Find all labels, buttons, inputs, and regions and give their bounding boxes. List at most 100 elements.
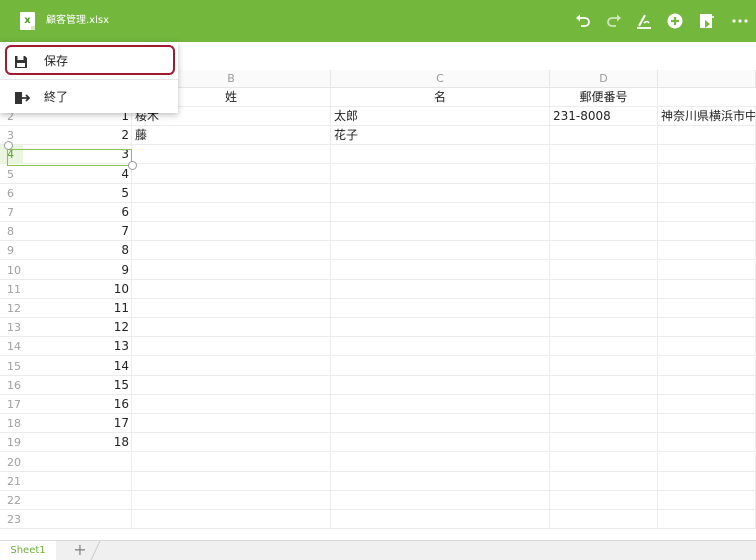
selected-cell-range[interactable]: [7, 149, 132, 166]
cell-address[interactable]: [658, 491, 756, 510]
cell-a[interactable]: 11: [23, 299, 132, 318]
cell-last-name[interactable]: [132, 184, 331, 203]
cell-last-name[interactable]: [132, 395, 331, 414]
cell-postal-code[interactable]: [550, 203, 658, 222]
row-number[interactable]: 5: [0, 165, 23, 184]
cell-first-name[interactable]: [331, 165, 550, 184]
cell-postal-code[interactable]: [550, 510, 658, 529]
share-doc-icon[interactable]: [697, 11, 717, 31]
cell-address[interactable]: [658, 376, 756, 395]
cell-postal-code[interactable]: [550, 184, 658, 203]
document-title[interactable]: 顧客管理.xlsx: [46, 0, 109, 42]
cell-postal-code[interactable]: [550, 299, 658, 318]
cell-first-name[interactable]: [331, 318, 550, 337]
column-header-e[interactable]: [658, 70, 756, 88]
cell-address[interactable]: [658, 145, 756, 164]
cell-first-name[interactable]: [331, 510, 550, 529]
cell-postal-code[interactable]: [550, 318, 658, 337]
row-number[interactable]: 20: [0, 453, 23, 472]
cell-last-name[interactable]: [132, 203, 331, 222]
row-number[interactable]: 12: [0, 299, 23, 318]
cell-address[interactable]: [658, 472, 756, 491]
cell-a[interactable]: 12: [23, 318, 132, 337]
cell-address[interactable]: [658, 453, 756, 472]
cell-postal-code[interactable]: [550, 491, 658, 510]
cell-first-name[interactable]: [331, 414, 550, 433]
cell-a[interactable]: [23, 491, 132, 510]
cell-a[interactable]: 5: [23, 184, 132, 203]
cell-a[interactable]: 7: [23, 222, 132, 241]
save-menu-item[interactable]: 保存: [0, 44, 178, 78]
cell-last-name[interactable]: [132, 241, 331, 260]
cell-last-name[interactable]: [132, 261, 331, 280]
cell-first-name[interactable]: [331, 395, 550, 414]
cell-address[interactable]: [658, 433, 756, 452]
row-number[interactable]: 6: [0, 184, 23, 203]
row-number[interactable]: 18: [0, 414, 23, 433]
cell-postal-code[interactable]: [550, 453, 658, 472]
row-number[interactable]: 8: [0, 222, 23, 241]
cell-header-postal-code[interactable]: 郵便番号: [550, 88, 658, 107]
column-header-d[interactable]: D: [550, 70, 658, 88]
cell-a[interactable]: [23, 472, 132, 491]
cell-postal-code[interactable]: [550, 337, 658, 356]
cell-last-name[interactable]: [132, 414, 331, 433]
cell-first-name[interactable]: [331, 222, 550, 241]
cell-first-name[interactable]: [331, 491, 550, 510]
cell-last-name[interactable]: 藤: [132, 126, 331, 145]
cell-postal-code[interactable]: [550, 165, 658, 184]
row-number[interactable]: 11: [0, 280, 23, 299]
undo-icon[interactable]: [573, 11, 593, 31]
cell-postal-code[interactable]: [550, 261, 658, 280]
row-number[interactable]: 7: [0, 203, 23, 222]
more-icon[interactable]: [730, 11, 750, 31]
cell-last-name[interactable]: [132, 280, 331, 299]
cell-last-name[interactable]: [132, 337, 331, 356]
cell-a[interactable]: 17: [23, 414, 132, 433]
format-pen-icon[interactable]: [634, 11, 654, 31]
row-number[interactable]: 9: [0, 241, 23, 260]
cell-postal-code[interactable]: [550, 280, 658, 299]
cell-a[interactable]: 10: [23, 280, 132, 299]
cell-postal-code[interactable]: [550, 241, 658, 260]
cell-address[interactable]: [658, 203, 756, 222]
cell-last-name[interactable]: [132, 222, 331, 241]
cell-a[interactable]: [23, 510, 132, 529]
cell-last-name[interactable]: [132, 491, 331, 510]
cell-first-name[interactable]: [331, 433, 550, 452]
cell-first-name[interactable]: [331, 184, 550, 203]
cell-a[interactable]: 6: [23, 203, 132, 222]
cell-address[interactable]: [658, 184, 756, 203]
cell-a[interactable]: 14: [23, 357, 132, 376]
cell-a[interactable]: 13: [23, 337, 132, 356]
cell-a[interactable]: 2: [23, 126, 132, 145]
cell-first-name[interactable]: [331, 280, 550, 299]
cell-first-name[interactable]: [331, 472, 550, 491]
cell-last-name[interactable]: [132, 145, 331, 164]
cell-first-name[interactable]: 花子: [331, 126, 550, 145]
row-number[interactable]: 13: [0, 318, 23, 337]
cell-first-name[interactable]: [331, 299, 550, 318]
cell-last-name[interactable]: [132, 510, 331, 529]
exit-menu-item[interactable]: 終了: [0, 79, 178, 114]
cell-last-name[interactable]: [132, 357, 331, 376]
cell-postal-code[interactable]: [550, 376, 658, 395]
cell-postal-code[interactable]: 231-8008: [550, 107, 658, 126]
cell-first-name[interactable]: 太郎: [331, 107, 550, 126]
cell-first-name[interactable]: [331, 145, 550, 164]
cell-address[interactable]: [658, 165, 756, 184]
cell-address[interactable]: [658, 261, 756, 280]
cell-a[interactable]: 18: [23, 433, 132, 452]
cell-header-first-name[interactable]: 名: [331, 88, 550, 107]
cell-first-name[interactable]: [331, 453, 550, 472]
cell-address[interactable]: [658, 280, 756, 299]
redo-icon[interactable]: [604, 11, 624, 31]
selection-handle[interactable]: [4, 141, 13, 150]
cell-postal-code[interactable]: [550, 472, 658, 491]
cell-address[interactable]: [658, 337, 756, 356]
cell-a[interactable]: 15: [23, 376, 132, 395]
spreadsheet-grid[interactable]: B C D 姓 名 郵便番号 21桜木太郎231-8008神奈川県横浜市中区32…: [0, 70, 756, 540]
cell-address[interactable]: 神奈川県横浜市中区: [658, 107, 756, 126]
row-number[interactable]: 21: [0, 472, 23, 491]
cell-last-name[interactable]: [132, 433, 331, 452]
